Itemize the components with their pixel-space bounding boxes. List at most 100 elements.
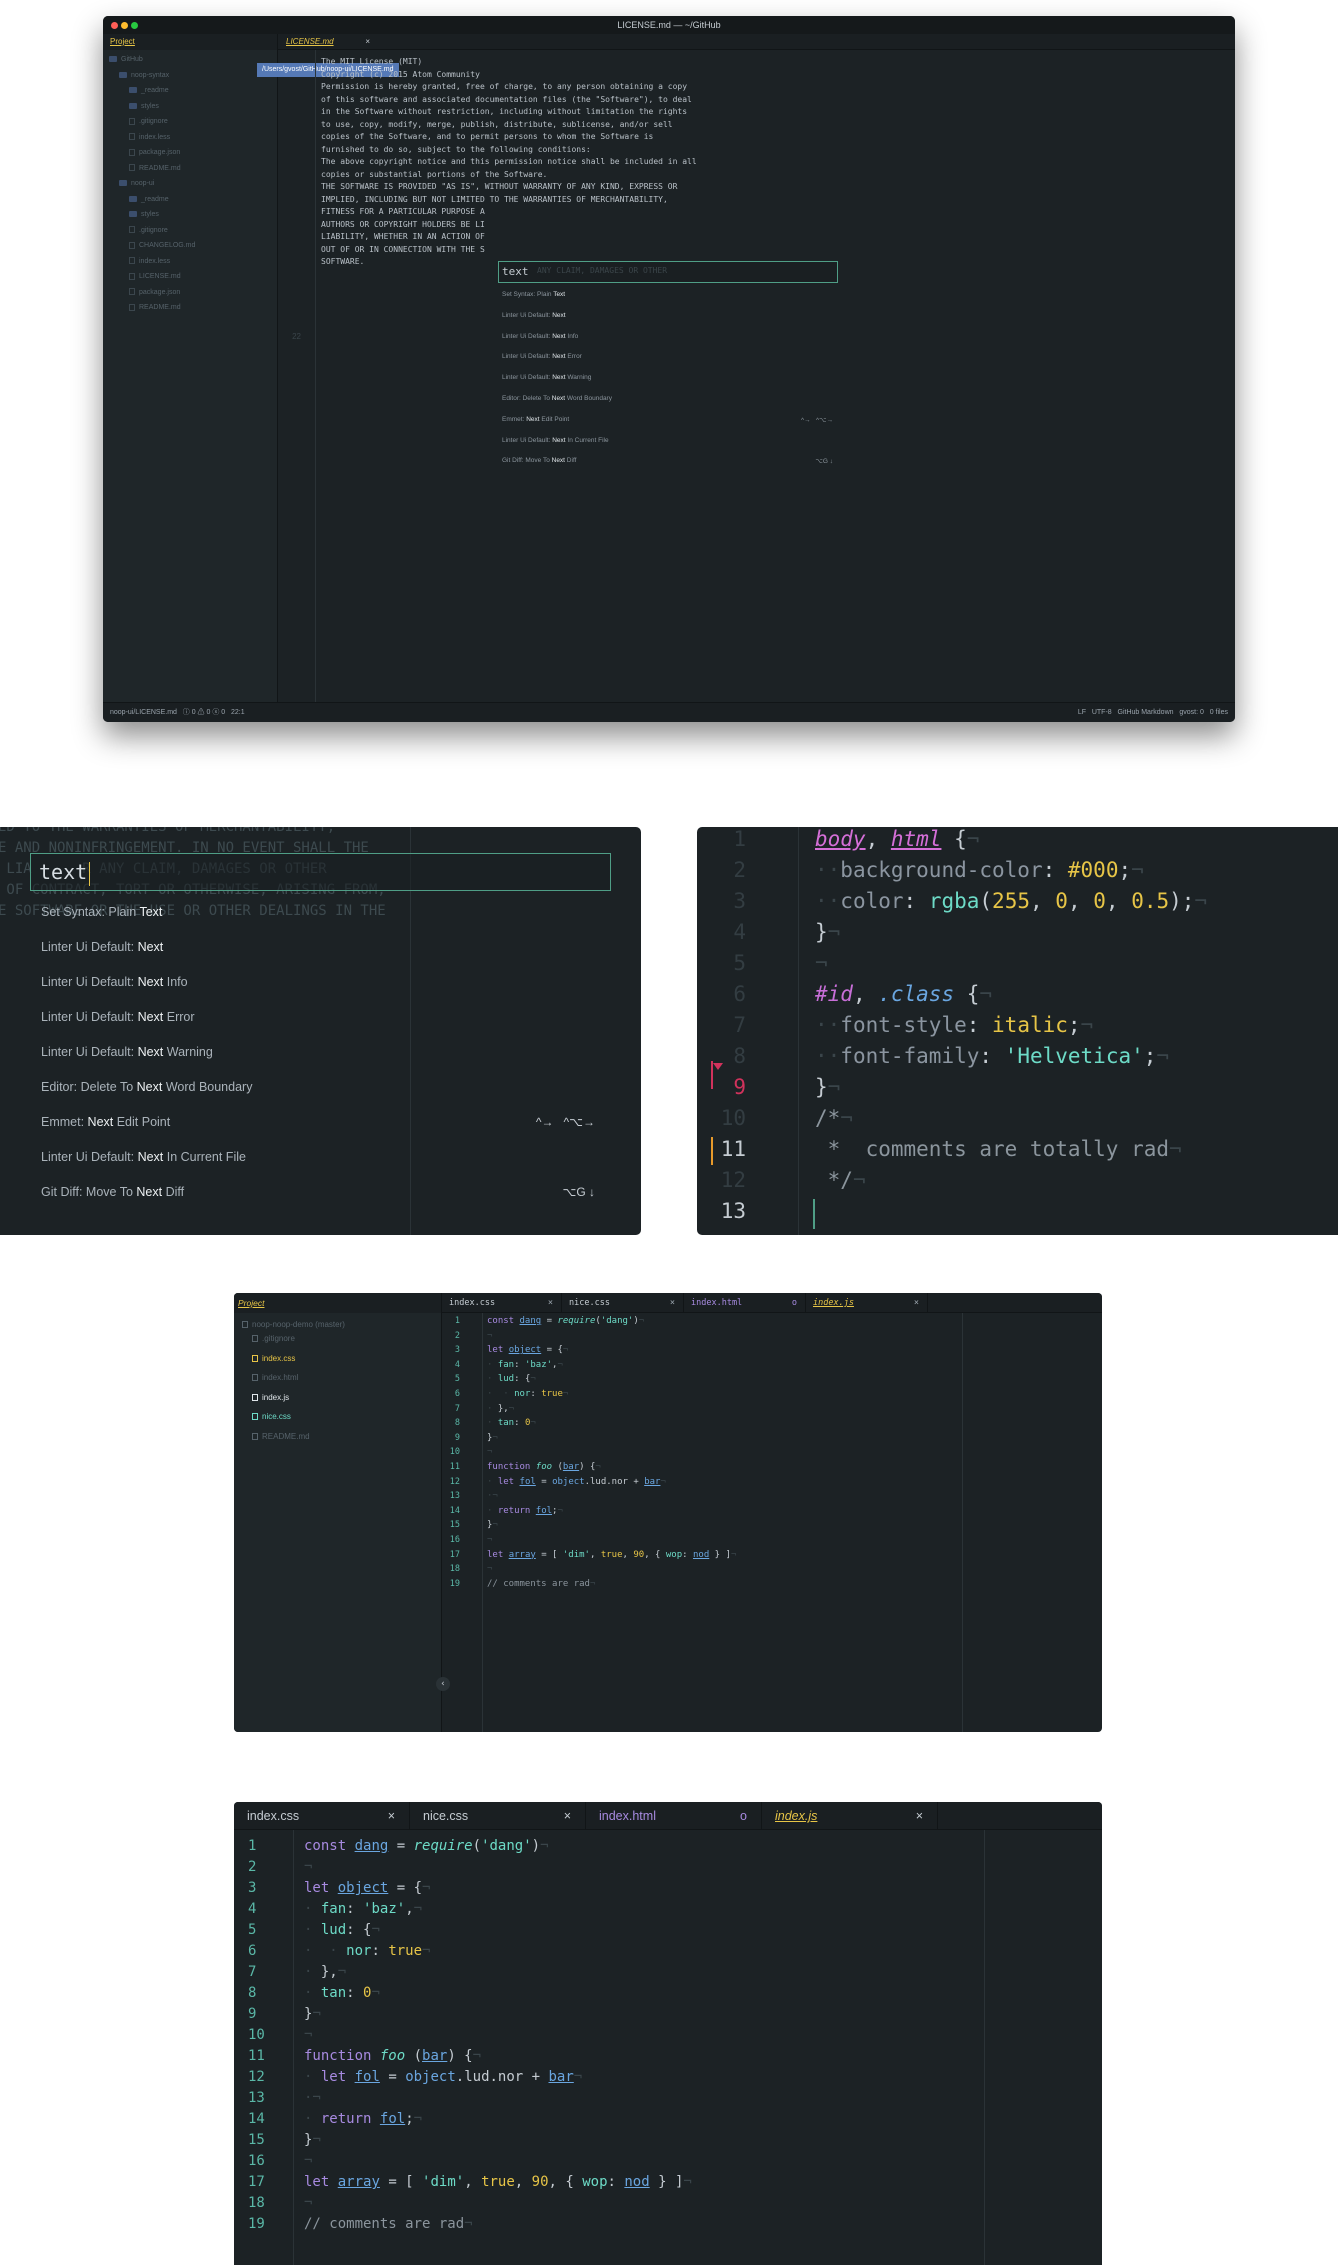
- tree-view[interactable]: Project noop-noop-demo (master) .gitigno…: [234, 1293, 442, 1732]
- tree-item[interactable]: README.md: [129, 163, 181, 175]
- palette-item[interactable]: Linter Ui Default: Next: [502, 312, 566, 319]
- tree-item[interactable]: styles: [129, 101, 159, 113]
- code-line: ¬: [304, 2027, 313, 2043]
- command-palette[interactable]: text ANY CLAIM, DAMAGES OR OTHER Set Synt…: [496, 259, 841, 475]
- tree-item[interactable]: index.less: [129, 256, 170, 268]
- palette-item-match: Next: [137, 1150, 164, 1164]
- palette-search-input[interactable]: text ANY CLAIM, DAMAGES OR OTHER: [498, 261, 838, 283]
- palette-item[interactable]: Linter Ui Default: Next Warning: [41, 1045, 213, 1059]
- palette-item-text: Linter Ui Default:: [41, 1010, 138, 1024]
- file-icon: [129, 303, 135, 311]
- file-icon: [252, 1432, 258, 1440]
- tree-root[interactable]: noop-noop-demo (master): [242, 1319, 345, 1331]
- tree-item[interactable]: _readme: [129, 194, 169, 206]
- palette-item-text: Edit Point: [113, 1115, 171, 1129]
- tab-index-js[interactable]: index.js ×: [806, 1293, 928, 1313]
- palette-item[interactable]: Linter Ui Default: Next Warning: [502, 374, 591, 381]
- tree-file[interactable]: index.css: [252, 1353, 295, 1365]
- tab-index-html[interactable]: index.html o: [586, 1802, 762, 1830]
- close-tab-icon[interactable]: ×: [548, 1293, 553, 1313]
- code-line: let array = [ 'dim', true, 90, { wop: no…: [487, 1549, 737, 1560]
- palette-item[interactable]: Linter Ui Default: Next In Current File: [41, 1150, 246, 1164]
- tree-file[interactable]: README.md: [252, 1431, 310, 1443]
- palette-item[interactable]: Set Syntax: Plain Text: [502, 291, 565, 298]
- palette-item-match: Next: [552, 311, 566, 319]
- palette-item[interactable]: Git Diff: Move To Next Diff: [41, 1185, 184, 1199]
- tree-item-label: GitHub: [121, 56, 143, 63]
- tab-nice-css[interactable]: nice.css ×: [410, 1802, 586, 1830]
- zoom-window-icon[interactable]: [131, 22, 138, 29]
- keybinding: ^→ ^⌥→: [800, 416, 833, 424]
- palette-item[interactable]: Editor: Delete To Next Word Boundary: [502, 395, 612, 402]
- tree-item[interactable]: noop-syntax: [119, 70, 169, 82]
- file-icon: [129, 133, 135, 141]
- code-line: · fan: 'baz',¬: [304, 1901, 423, 1917]
- modified-indicator-icon[interactable]: o: [792, 1293, 797, 1313]
- close-tab-icon[interactable]: ×: [914, 1293, 919, 1313]
- status-left: noop-ui/LICENSE.md ⓘ 0 ⚠ 0 ⓧ 0 22:1: [110, 709, 245, 716]
- palette-item[interactable]: Linter Ui Default: Next Info: [502, 333, 578, 340]
- tree-item[interactable]: .gitignore: [129, 225, 168, 237]
- palette-item-text: Linter Ui Default:: [502, 374, 553, 382]
- tree-view-header[interactable]: Project: [234, 1293, 441, 1313]
- palette-item[interactable]: Git Diff: Move To Next Diff: [502, 457, 576, 464]
- tree-item[interactable]: styles: [129, 209, 159, 221]
- code-line: · fan: 'baz',¬: [487, 1359, 563, 1370]
- tree-item[interactable]: GitHub: [109, 54, 143, 66]
- close-tab-icon[interactable]: ×: [916, 1802, 923, 1830]
- palette-item-text: Linter Ui Default:: [41, 975, 138, 989]
- close-tab-icon[interactable]: ×: [564, 1802, 571, 1830]
- tab-license[interactable]: LICENSE.md ×: [278, 34, 378, 50]
- line-number: 14: [449, 1505, 460, 1516]
- tab-index-css[interactable]: index.css ×: [442, 1293, 562, 1313]
- tree-file[interactable]: index.html: [252, 1372, 298, 1384]
- minimize-window-icon[interactable]: [121, 22, 128, 29]
- palette-item-text: Info: [565, 332, 579, 340]
- line-number: 16: [248, 2153, 265, 2169]
- tree-file[interactable]: nice.css: [252, 1411, 291, 1423]
- palette-item[interactable]: Linter Ui Default: Next: [41, 940, 163, 954]
- palette-item[interactable]: Linter Ui Default: Next Error: [502, 353, 582, 360]
- tab-index-html[interactable]: index.html o: [684, 1293, 806, 1313]
- tab-index-js[interactable]: index.js ×: [762, 1802, 938, 1830]
- close-tab-icon[interactable]: ×: [670, 1293, 675, 1313]
- palette-search-input[interactable]: text: [30, 853, 611, 891]
- css-editor-zoom: 1 2 3 4 5 6 7 8 9 10 11 12 13 body, html {¬ ··backgr…: [697, 827, 1338, 1235]
- tab-nice-css[interactable]: nice.css ×: [562, 1293, 684, 1313]
- code-line: in the Software without restriction, inc…: [321, 107, 688, 116]
- tree-item-label: .gitignore: [139, 226, 168, 234]
- tree-item[interactable]: README.md: [129, 302, 181, 314]
- tree-item-label: index.less: [139, 133, 171, 141]
- palette-item[interactable]: Linter Ui Default: Next In Current File: [502, 437, 609, 444]
- close-tab-icon[interactable]: ×: [388, 1802, 395, 1830]
- tree-item[interactable]: package.json: [129, 287, 180, 299]
- tree-item-label: .gitignore: [139, 118, 168, 125]
- tree-file[interactable]: index.js: [252, 1392, 289, 1404]
- close-window-icon[interactable]: [111, 22, 118, 29]
- file-icon: [252, 1393, 258, 1401]
- palette-item[interactable]: Emmet: Next Edit Point: [502, 416, 569, 423]
- tree-item[interactable]: LICENSE.md: [129, 271, 181, 283]
- tree-item[interactable]: _readme: [129, 85, 169, 97]
- close-tab-icon[interactable]: ×: [365, 34, 370, 50]
- code-line: function foo (bar) {¬: [487, 1462, 601, 1472]
- tab-index-css[interactable]: index.css ×: [234, 1802, 410, 1830]
- palette-item[interactable]: Linter Ui Default: Next Error: [41, 1010, 195, 1024]
- tree-view[interactable]: Project GitHub noop-syntax _readme styles .g…: [103, 34, 278, 702]
- tree-item[interactable]: package.json: [129, 147, 180, 159]
- tree-item[interactable]: index.less: [129, 132, 170, 144]
- editor-text[interactable]: The MIT License (MIT) Copyright (c) 2015 …: [321, 56, 697, 269]
- tree-item[interactable]: noop-ui: [119, 178, 154, 190]
- tree-file[interactable]: .gitignore: [252, 1333, 295, 1345]
- code-line: const dang = require('dang')¬: [487, 1316, 645, 1326]
- palette-item[interactable]: Set Syntax: Plain Text: [41, 905, 162, 919]
- line-number: 2: [454, 1330, 460, 1341]
- tree-view-header[interactable]: Project: [103, 34, 277, 50]
- modified-indicator-icon[interactable]: o: [740, 1802, 747, 1830]
- palette-item[interactable]: Linter Ui Default: Next Info: [41, 975, 188, 989]
- palette-item[interactable]: Emmet: Next Edit Point: [41, 1115, 170, 1129]
- tree-item[interactable]: CHANGELOG.md: [129, 240, 195, 252]
- palette-item[interactable]: Editor: Delete To Next Word Boundary: [41, 1080, 252, 1094]
- tree-item[interactable]: .gitignore: [129, 116, 168, 128]
- line-number: 7: [248, 1964, 257, 1980]
